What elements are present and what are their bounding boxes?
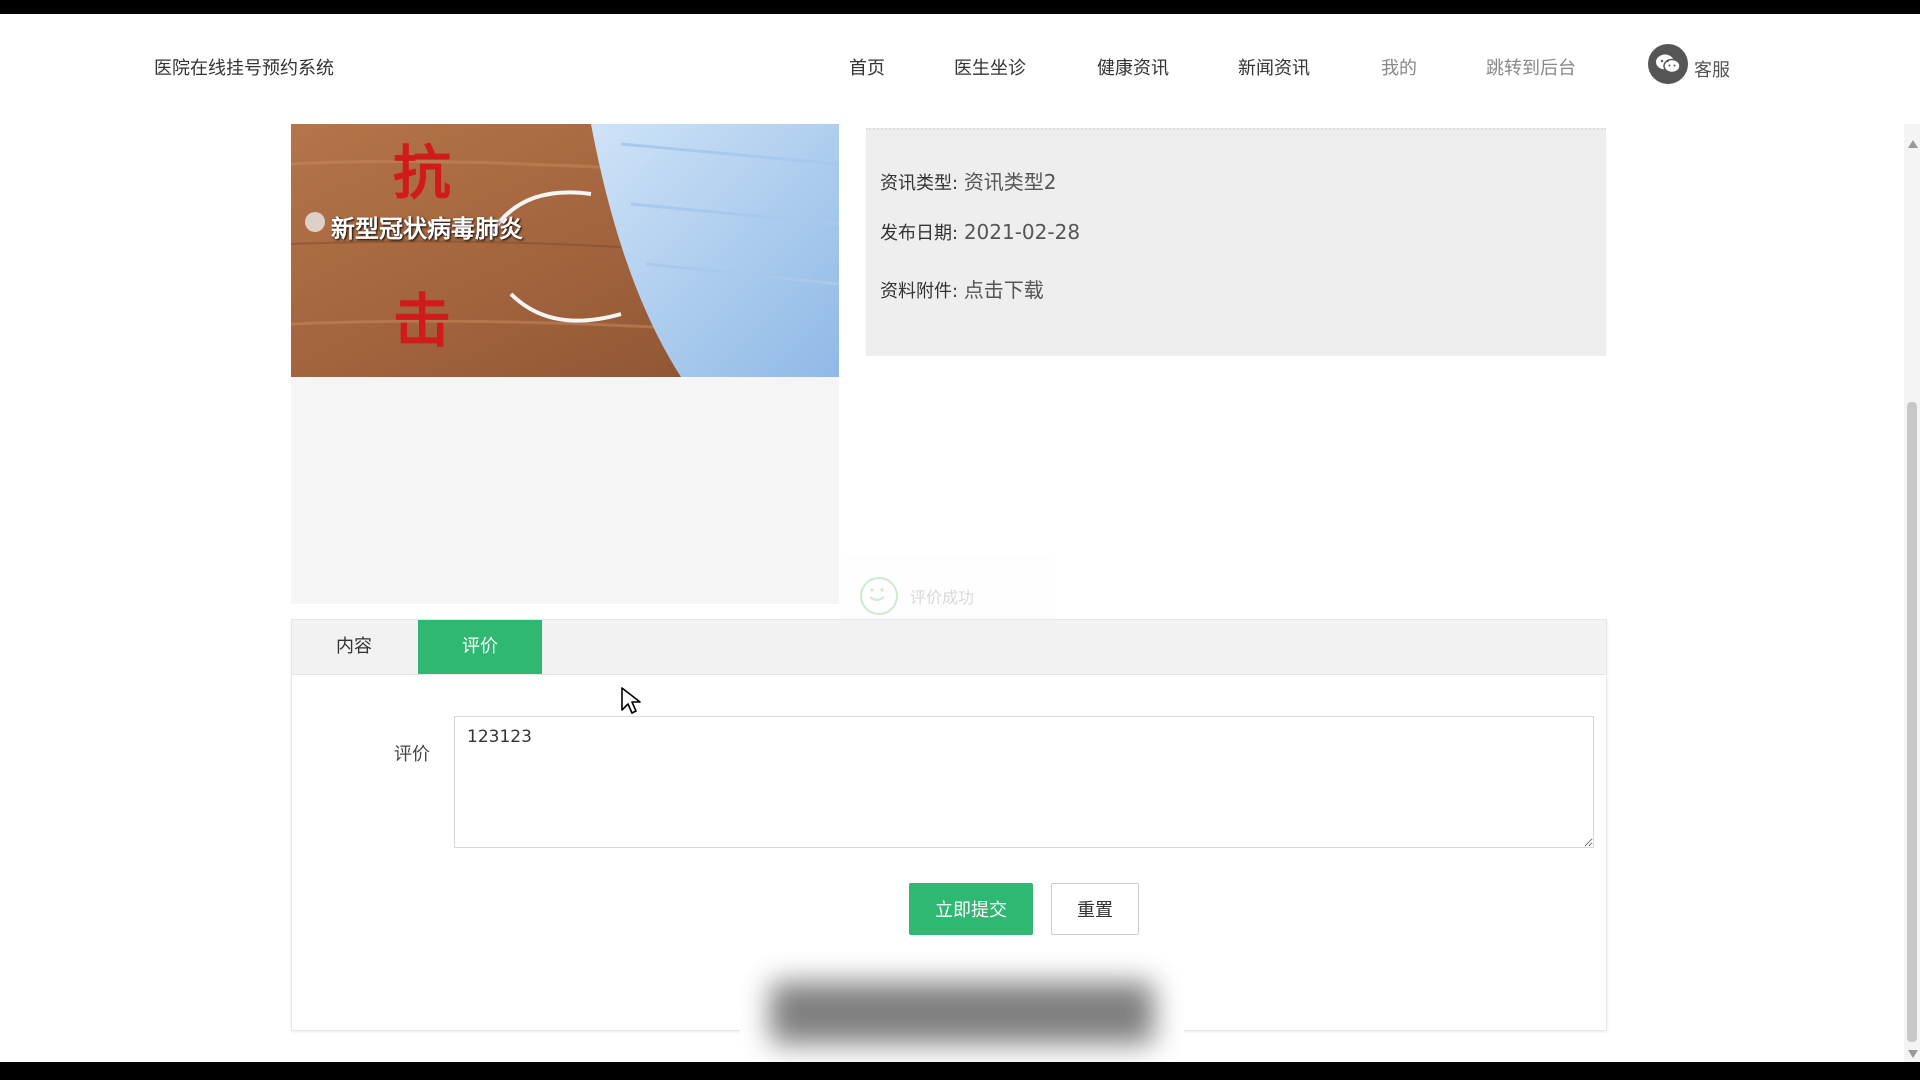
tab-content[interactable]: 内容	[292, 620, 416, 674]
page-viewport: 医院在线挂号预约系统 首页 医生坐诊 健康资讯 新闻资讯 我的 跳转到后台 客服	[0, 14, 1920, 1062]
info-date-label: 发布日期:	[880, 223, 959, 244]
nav-home[interactable]: 首页	[849, 54, 885, 80]
tab-bar: 内容 评价	[292, 620, 1606, 675]
blurred-overlay	[740, 952, 1184, 1062]
info-attachment-row: 资料附件: 点击下载	[880, 274, 1044, 303]
news-image-panel: 抗 击 新型冠状病毒肺炎	[291, 124, 839, 604]
scroll-down-arrow-icon[interactable]	[1908, 1050, 1918, 1058]
mouse-pointer-icon	[621, 687, 641, 714]
nav-mine[interactable]: 我的	[1381, 54, 1417, 80]
info-attachment-label: 资料附件:	[880, 281, 959, 302]
nav-admin[interactable]: 跳转到后台	[1486, 54, 1576, 80]
page-scrollbar[interactable]	[1904, 124, 1920, 1062]
reset-button[interactable]: 重置	[1051, 883, 1139, 935]
customer-service-label: 客服	[1694, 60, 1730, 81]
scroll-up-arrow-icon[interactable]	[1908, 140, 1918, 148]
smile-icon	[860, 577, 898, 615]
toast-message: 评价成功	[910, 588, 975, 607]
info-type-row: 资讯类型: 资讯类型2	[880, 166, 1057, 195]
info-type-value: 资讯类型2	[963, 170, 1057, 194]
news-info-panel: 资讯类型: 资讯类型2 发布日期: 2021-02-28 资料附件: 点击下载	[866, 128, 1606, 356]
submit-button[interactable]: 立即提交	[909, 883, 1033, 935]
image-headline-char-1: 抗	[393, 139, 452, 207]
nav-health-info[interactable]: 健康资讯	[1097, 54, 1169, 80]
news-cover-image: 抗 击 新型冠状病毒肺炎	[291, 124, 839, 377]
tab-review[interactable]: 评价	[418, 620, 542, 674]
customer-service[interactable]: 客服	[1648, 44, 1730, 84]
blurred-content	[770, 982, 1154, 1044]
review-label: 评价	[394, 744, 430, 765]
image-headline-char-2: 击	[393, 287, 452, 355]
review-textarea[interactable]	[454, 716, 1594, 848]
info-date-value: 2021-02-28	[963, 220, 1081, 244]
nav-doctor-schedule[interactable]: 医生坐诊	[954, 54, 1026, 80]
image-caption: 新型冠状病毒肺炎	[331, 215, 523, 243]
info-date-row: 发布日期: 2021-02-28	[880, 219, 1080, 245]
attachment-download-link[interactable]: 点击下载	[964, 278, 1044, 302]
main-nav: 首页 医生坐诊 健康资讯 新闻资讯 我的 跳转到后台	[0, 54, 1920, 84]
top-header: 医院在线挂号预约系统 首页 医生坐诊 健康资讯 新闻资讯 我的 跳转到后台 客服	[0, 14, 1920, 124]
info-type-label: 资讯类型:	[880, 173, 959, 194]
wechat-icon	[1648, 44, 1688, 84]
nav-news[interactable]: 新闻资讯	[1238, 54, 1310, 80]
scroll-thumb[interactable]	[1907, 402, 1917, 1042]
